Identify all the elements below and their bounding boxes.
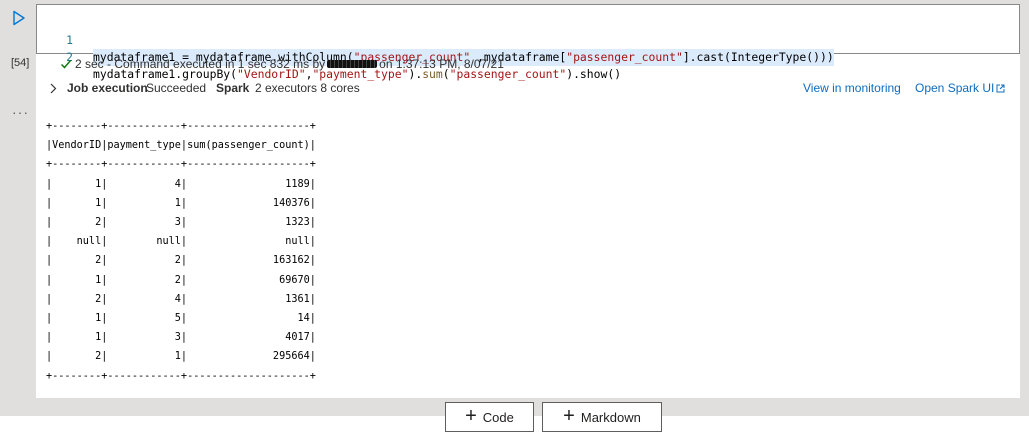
- execution-count: [54]: [11, 57, 30, 69]
- external-link-icon: [996, 84, 1005, 93]
- open-spark-ui-link[interactable]: Open Spark UI: [915, 81, 1005, 95]
- redacted-username: [327, 60, 378, 68]
- play-icon: [13, 10, 25, 26]
- execution-timestamp: on 1:37:13 PM, 8/07/21: [379, 57, 504, 71]
- notebook-cell-container: [54] ··· 1 mydataframe1 = mydataframe.wi…: [0, 0, 1029, 416]
- checkmark-icon: [60, 60, 72, 69]
- add-markdown-cell-button[interactable]: + Markdown: [542, 402, 662, 432]
- add-markdown-label: Markdown: [580, 409, 641, 425]
- add-code-label: Code: [482, 409, 514, 425]
- chevron-right-icon[interactable]: [48, 83, 58, 94]
- spark-info: 2 executors 8 cores: [255, 81, 360, 95]
- job-status: Succeeded: [146, 81, 207, 95]
- run-cell-button[interactable]: [12, 10, 28, 28]
- cell-output-table: +--------+------------+-----------------…: [46, 121, 316, 382]
- open-spark-ui-label: Open Spark UI: [915, 81, 995, 95]
- view-in-monitoring-link[interactable]: View in monitoring: [803, 81, 901, 95]
- spark-label: Spark: [216, 81, 250, 95]
- more-options-icon[interactable]: ···: [12, 104, 29, 120]
- execution-status: 2 sec - Command executed in 1 sec 832 ms…: [60, 56, 504, 72]
- job-execution-bar: Job execution Succeeded Spark 2 executor…: [48, 81, 1016, 97]
- plus-icon: +: [563, 405, 575, 427]
- add-code-cell-button[interactable]: + Code: [445, 402, 534, 432]
- execution-message: - Command executed in 1 sec 832 ms by: [107, 57, 326, 71]
- job-execution-label[interactable]: Job execution: [67, 81, 148, 95]
- execution-duration: 2 sec: [75, 57, 104, 71]
- code-editor[interactable]: 1 mydataframe1 = mydataframe.withColumn(…: [36, 4, 1020, 81]
- plus-icon: +: [465, 405, 477, 427]
- code-line[interactable]: 1 mydataframe1 = mydataframe.withColumn(…: [37, 15, 1019, 66]
- code-line[interactable]: 2 mydataframe1.groupBy("VendorID","payme…: [37, 32, 1019, 81]
- code-cell: 1 mydataframe1 = mydataframe.withColumn(…: [36, 4, 1020, 398]
